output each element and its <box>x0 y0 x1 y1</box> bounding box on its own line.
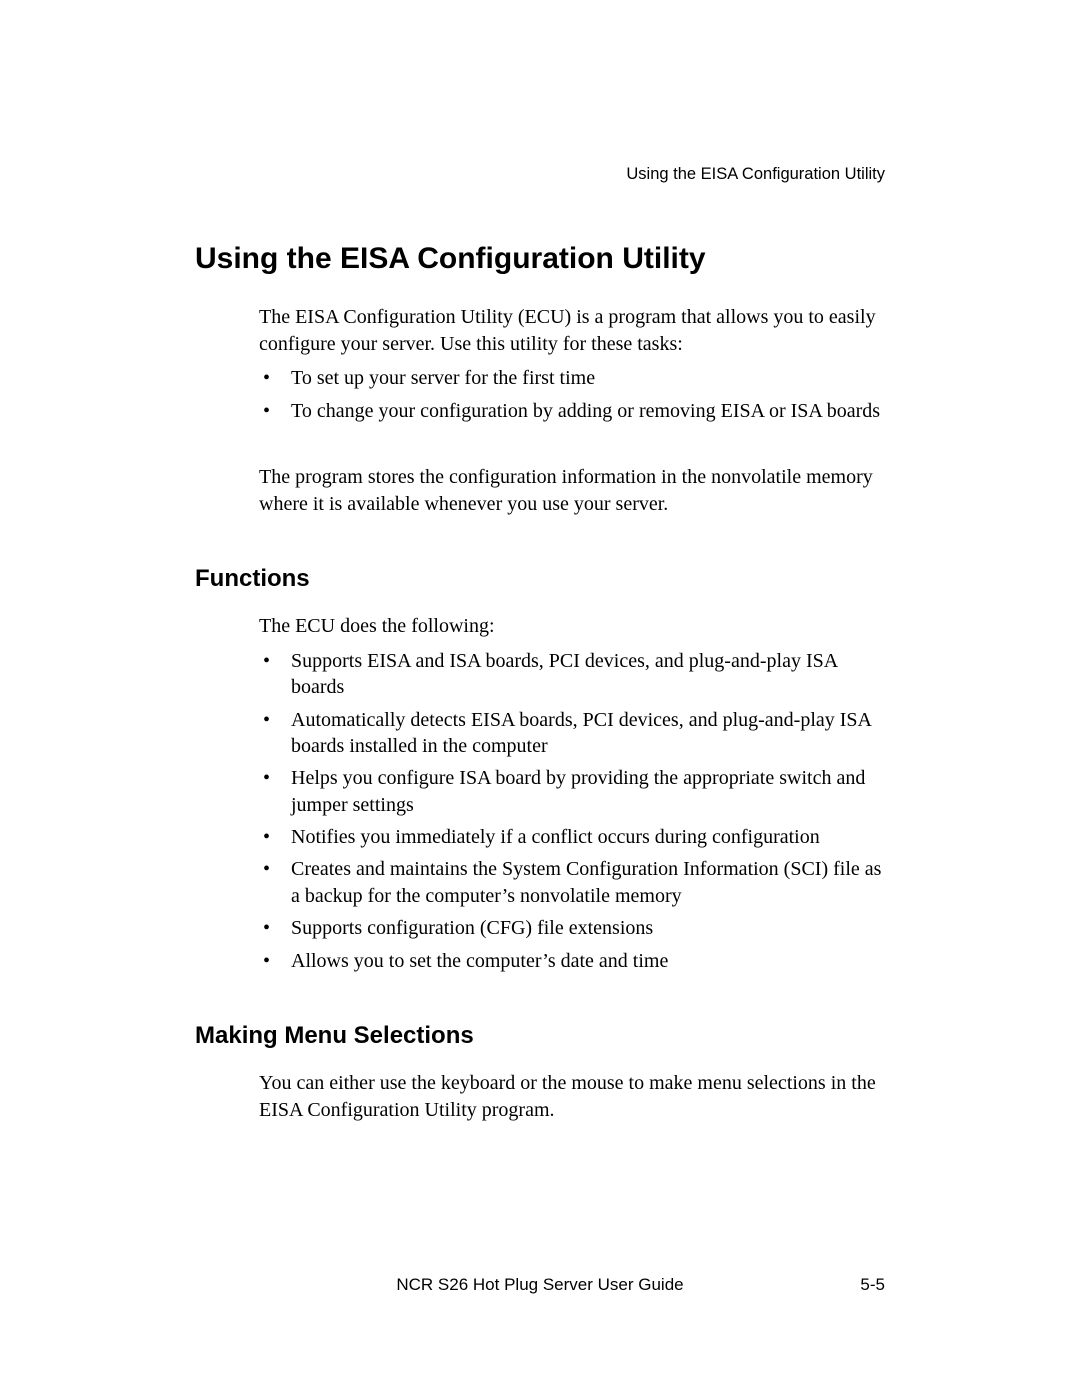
list-item: Supports EISA and ISA boards, PCI device… <box>259 648 885 701</box>
storage-paragraph: The program stores the configuration inf… <box>259 464 885 517</box>
list-item: Helps you configure ISA board by providi… <box>259 765 885 818</box>
list-item: To set up your server for the first time <box>259 365 885 391</box>
menu-selections-heading: Making Menu Selections <box>195 1022 885 1050</box>
intro-bullet-list: To set up your server for the first time… <box>259 365 885 424</box>
list-item: Automatically detects EISA boards, PCI d… <box>259 707 885 760</box>
functions-bullet-list: Supports EISA and ISA boards, PCI device… <box>259 648 885 974</box>
list-item: Allows you to set the computer’s date an… <box>259 948 885 974</box>
intro-section: The EISA Configuration Utility (ECU) is … <box>259 304 885 517</box>
list-item: Supports configuration (CFG) file extens… <box>259 915 885 941</box>
running-header: Using the EISA Configuration Utility <box>195 165 885 184</box>
menu-selections-section: You can either use the keyboard or the m… <box>259 1070 885 1123</box>
functions-intro: The ECU does the following: <box>259 613 885 640</box>
menu-selections-paragraph: You can either use the keyboard or the m… <box>259 1070 885 1123</box>
footer-page-number: 5-5 <box>860 1275 885 1295</box>
functions-section: The ECU does the following: Supports EIS… <box>259 613 885 974</box>
list-item: Creates and maintains the System Configu… <box>259 856 885 909</box>
document-page: Using the EISA Configuration Utility Usi… <box>0 0 1080 1123</box>
footer-title: NCR S26 Hot Plug Server User Guide <box>0 1275 1080 1295</box>
main-heading: Using the EISA Configuration Utility <box>195 242 885 276</box>
list-item: Notifies you immediately if a conflict o… <box>259 824 885 850</box>
functions-heading: Functions <box>195 565 885 593</box>
intro-paragraph: The EISA Configuration Utility (ECU) is … <box>259 304 885 357</box>
list-item: To change your configuration by adding o… <box>259 398 885 424</box>
